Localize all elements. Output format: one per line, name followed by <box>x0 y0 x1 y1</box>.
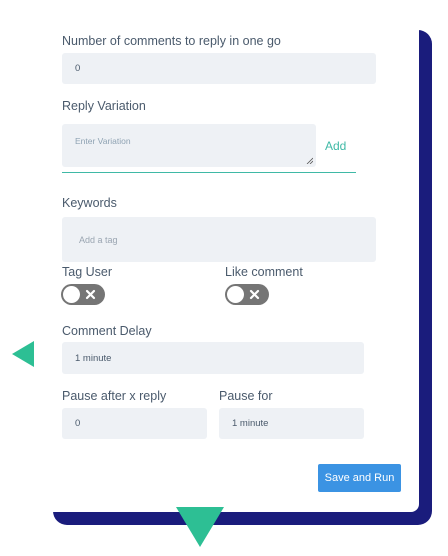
pause-after-input[interactable]: 0 <box>62 408 207 439</box>
resize-grip-icon[interactable] <box>306 157 313 164</box>
comment-delay-label: Comment Delay <box>62 324 152 338</box>
reply-variation-underline <box>62 172 356 173</box>
add-variation-button[interactable]: Add <box>325 139 346 153</box>
keywords-label: Keywords <box>62 196 117 210</box>
decorative-triangle-bottom <box>176 507 224 547</box>
like-comment-label: Like comment <box>225 265 303 279</box>
reply-variation-textarea[interactable]: Enter Variation <box>62 124 316 167</box>
settings-card: Number of comments to reply in one go 0 … <box>40 0 419 512</box>
keywords-tag-input[interactable]: Add a tag <box>62 217 376 262</box>
pause-for-label: Pause for <box>219 389 273 403</box>
close-icon <box>249 289 260 300</box>
tag-user-toggle[interactable] <box>61 284 105 305</box>
close-icon <box>85 289 96 300</box>
save-and-run-button[interactable]: Save and Run <box>318 464 401 492</box>
decorative-triangle-left <box>12 341 34 367</box>
pause-after-label: Pause after x reply <box>62 389 167 403</box>
reply-variation-label: Reply Variation <box>62 99 146 113</box>
toggle-knob <box>63 286 80 303</box>
comments-count-input[interactable]: 0 <box>62 53 376 84</box>
pause-for-select[interactable]: 1 minute <box>219 408 364 439</box>
toggle-knob <box>227 286 244 303</box>
comment-delay-select[interactable]: 1 minute <box>62 342 364 374</box>
like-comment-toggle[interactable] <box>225 284 269 305</box>
comments-count-label: Number of comments to reply in one go <box>62 34 281 48</box>
tag-user-label: Tag User <box>62 265 113 279</box>
reply-variation-placeholder: Enter Variation <box>75 136 131 146</box>
